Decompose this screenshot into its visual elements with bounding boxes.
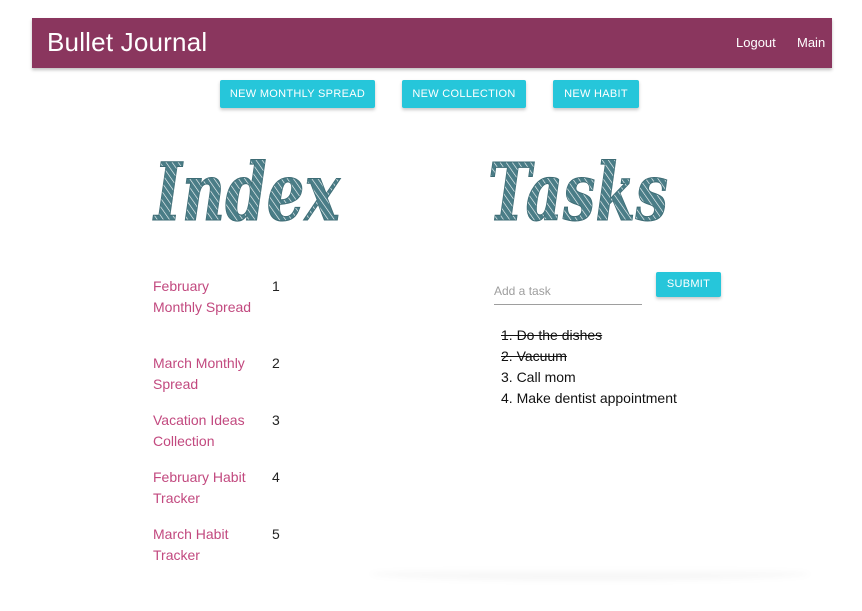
index-item-number: 5 <box>272 526 280 542</box>
new-monthly-spread-button[interactable]: NEW MONTHLY SPREAD <box>220 80 375 108</box>
submit-button[interactable]: SUBMIT <box>656 272 721 297</box>
index-item-link[interactable]: March Habit Tracker <box>153 524 258 566</box>
index-heading: Index <box>150 140 345 236</box>
new-collection-button[interactable]: NEW COLLECTION <box>402 80 526 108</box>
index-item-number: 4 <box>272 469 280 485</box>
bottom-shadow-divider <box>370 568 810 580</box>
top-navbar: Bullet Journal Logout Main <box>32 18 832 68</box>
new-habit-button[interactable]: NEW HABIT <box>553 80 639 108</box>
logout-link[interactable]: Logout <box>736 35 776 50</box>
brand-title[interactable]: Bullet Journal <box>47 27 207 58</box>
index-item-link[interactable]: Vacation Ideas Collection <box>153 410 258 452</box>
index-item-number: 2 <box>272 355 280 371</box>
task-item[interactable]: 2. Vacuum <box>501 346 677 367</box>
main-link[interactable]: Main <box>797 35 825 50</box>
add-task-input[interactable] <box>494 278 642 305</box>
index-heading-text: Index <box>153 145 341 235</box>
index-item-number: 3 <box>272 412 280 428</box>
index-item-link[interactable]: February Monthly Spread <box>153 276 258 318</box>
tasks-heading: Tasks <box>484 140 674 236</box>
tasks-heading-text: Tasks <box>488 145 668 235</box>
index-item-link[interactable]: February Habit Tracker <box>153 467 258 509</box>
task-item[interactable]: 1. Do the dishes <box>501 325 677 346</box>
task-item[interactable]: 4. Make dentist appointment <box>501 388 677 409</box>
index-item-number: 1 <box>272 278 280 294</box>
task-item[interactable]: 3. Call mom <box>501 367 677 388</box>
task-list: 1. Do the dishes 2. Vacuum 3. Call mom 4… <box>501 325 677 409</box>
index-item-link[interactable]: March Monthly Spread <box>153 353 258 395</box>
